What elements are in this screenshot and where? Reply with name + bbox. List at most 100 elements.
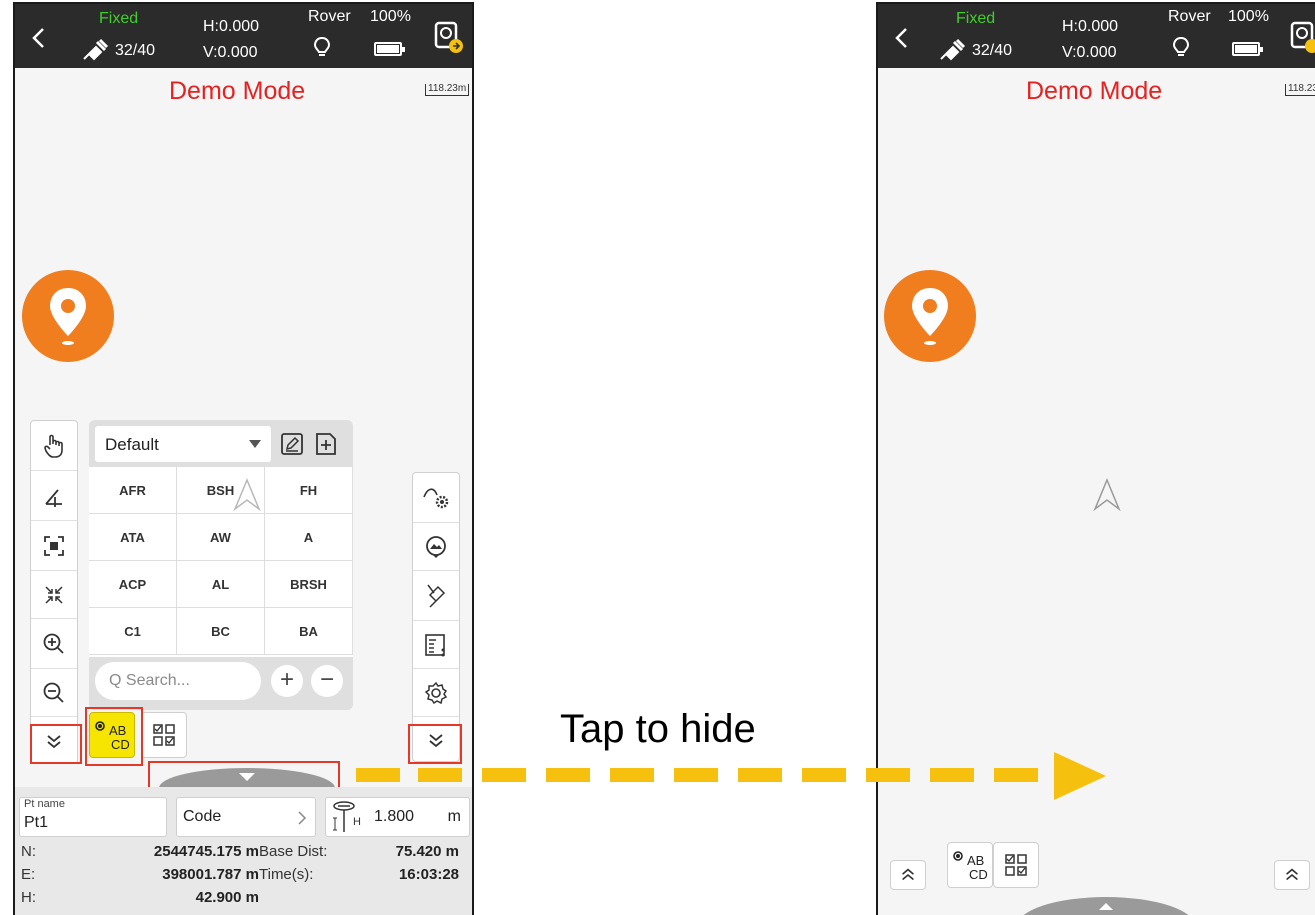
- code-cell[interactable]: ATA: [89, 514, 177, 561]
- checklist-mode-button[interactable]: [993, 842, 1039, 888]
- vertical-precision: V:0.000: [1062, 44, 1117, 61]
- code-panel: Default AFR BSH FH ATA AW A ACP AL BRSH C1 BC BA Q …: [89, 420, 353, 710]
- point-name-field[interactable]: Pt name Pt1: [19, 797, 167, 837]
- lightbulb-icon: [313, 36, 331, 56]
- base-dist-value: 75.420 m: [395, 843, 459, 860]
- expand-right-toolbar-button[interactable]: [1274, 860, 1310, 890]
- pan-hand-button[interactable]: [31, 421, 77, 471]
- work-mode: Rover: [308, 8, 351, 25]
- code-mode-button[interactable]: AB CD: [947, 842, 993, 888]
- point-info-panel: Pt name Pt1 Code H 1.800 m N: 2544745.17…: [15, 787, 472, 915]
- location-pin-icon[interactable]: [884, 270, 976, 362]
- remove-code-button[interactable]: −: [311, 665, 343, 697]
- location-pin-icon[interactable]: [22, 270, 114, 362]
- zoom-out-button[interactable]: [31, 669, 77, 717]
- map-scale: 118.23: [1285, 84, 1315, 96]
- satellite-icon: [940, 38, 966, 61]
- data-list-icon: [425, 633, 445, 656]
- arrow-dash: [802, 768, 846, 782]
- measure-angle-icon: [45, 488, 62, 507]
- hand-pointer-icon: [44, 434, 63, 458]
- arrow-dash: [610, 768, 654, 782]
- code-cell[interactable]: BRSH: [265, 561, 353, 608]
- expand-left-toolbar-button[interactable]: [890, 860, 926, 890]
- time-value: 16:03:28: [398, 866, 459, 883]
- code-search-input[interactable]: Q Search...: [95, 662, 261, 700]
- point-name-value: Pt1: [24, 814, 49, 831]
- map-layer-icon: [426, 535, 446, 558]
- code-cell[interactable]: BC: [177, 608, 265, 655]
- code-cell[interactable]: C1: [89, 608, 177, 655]
- north-arrow-icon: [233, 478, 261, 512]
- horizontal-precision: H:0.000: [203, 18, 260, 35]
- code-cell[interactable]: AFR: [89, 467, 177, 514]
- antenna-height-field[interactable]: H 1.800 m: [325, 797, 470, 837]
- arrow-head: [1054, 752, 1106, 800]
- easting-label: E:: [21, 866, 36, 883]
- arrow-dash: [738, 768, 782, 782]
- zoom-extent-icon: [44, 535, 64, 556]
- battery-level: 100%: [1228, 8, 1269, 25]
- arrow-dash: [674, 768, 718, 782]
- code-cell[interactable]: ACP: [89, 561, 177, 608]
- satellite-count: 32/40: [972, 42, 1013, 59]
- center-button[interactable]: [31, 571, 77, 619]
- device-connect-icon[interactable]: [1289, 20, 1315, 54]
- checklist-icon: [1005, 854, 1027, 876]
- fit-view-button[interactable]: [31, 521, 77, 571]
- zoom-in-icon: [43, 633, 64, 654]
- stakeout-button[interactable]: [413, 571, 459, 621]
- zoom-in-button[interactable]: [31, 619, 77, 669]
- right-toolbar: [412, 472, 460, 762]
- screen-before: Fixed 32/40 H:0.000 V:0.000 Rover 100% D…: [13, 2, 474, 915]
- height-value: 42.900 m: [195, 889, 259, 906]
- fix-status: Fixed: [956, 10, 996, 27]
- height-label: H:: [21, 889, 36, 906]
- demo-mode-banner: Demo Mode: [1026, 77, 1163, 105]
- back-arrow-icon[interactable]: [29, 26, 49, 50]
- height-suffix: H: [353, 816, 361, 828]
- code-cell[interactable]: AL: [177, 561, 265, 608]
- double-chevron-up-icon: [902, 868, 914, 881]
- checklist-mode-button[interactable]: [141, 712, 187, 758]
- highlight-right-collapse: [408, 724, 462, 764]
- code-cell[interactable]: A: [265, 514, 353, 561]
- dropdown-arrow-icon: [249, 440, 261, 448]
- arrow-dash: [930, 768, 974, 782]
- code-cell[interactable]: BA: [265, 608, 353, 655]
- measure-button[interactable]: [31, 471, 77, 521]
- device-connect-icon[interactable]: [433, 20, 463, 54]
- show-panel-handle[interactable]: [1016, 897, 1196, 915]
- edit-library-icon[interactable]: [280, 432, 304, 456]
- curve-settings-button[interactable]: [413, 473, 459, 523]
- map-layer-button[interactable]: [413, 523, 459, 571]
- map-scale: 118.23m: [425, 84, 470, 96]
- code-grid: AFR BSH FH ATA AW A ACP AL BRSH C1 BC BA: [89, 467, 353, 657]
- base-dist-label: Base Dist:: [259, 843, 328, 860]
- new-library-icon[interactable]: [314, 432, 338, 456]
- add-code-button[interactable]: +: [271, 665, 303, 697]
- satellite-icon: [83, 38, 109, 61]
- collapse-arrows-icon: [45, 585, 63, 604]
- code-mode-bottom: CD: [969, 867, 988, 882]
- back-arrow-icon[interactable]: [892, 26, 912, 50]
- horizontal-precision: H:0.000: [1062, 18, 1119, 35]
- code-library-dropdown[interactable]: Default: [95, 426, 271, 462]
- zoom-out-icon: [43, 682, 64, 703]
- battery-icon: [374, 42, 405, 56]
- height-unit: m: [447, 808, 461, 825]
- arrow-dash: [482, 768, 526, 782]
- fix-status: Fixed: [99, 10, 139, 27]
- demo-mode-banner: Demo Mode: [169, 77, 306, 105]
- code-field[interactable]: Code: [176, 797, 316, 837]
- arrow-dash: [994, 768, 1038, 782]
- code-cell[interactable]: FH: [265, 467, 353, 514]
- settings-button[interactable]: [413, 669, 459, 717]
- data-list-button[interactable]: [413, 621, 459, 669]
- time-label: Time(s):: [259, 866, 314, 883]
- code-label: Code: [183, 808, 222, 825]
- status-bar: Fixed 32/40 H:0.000 V:0.000 Rover 100%: [878, 4, 1315, 68]
- code-cell[interactable]: AW: [177, 514, 265, 561]
- arrow-dash: [546, 768, 590, 782]
- left-toolbar: [30, 420, 78, 764]
